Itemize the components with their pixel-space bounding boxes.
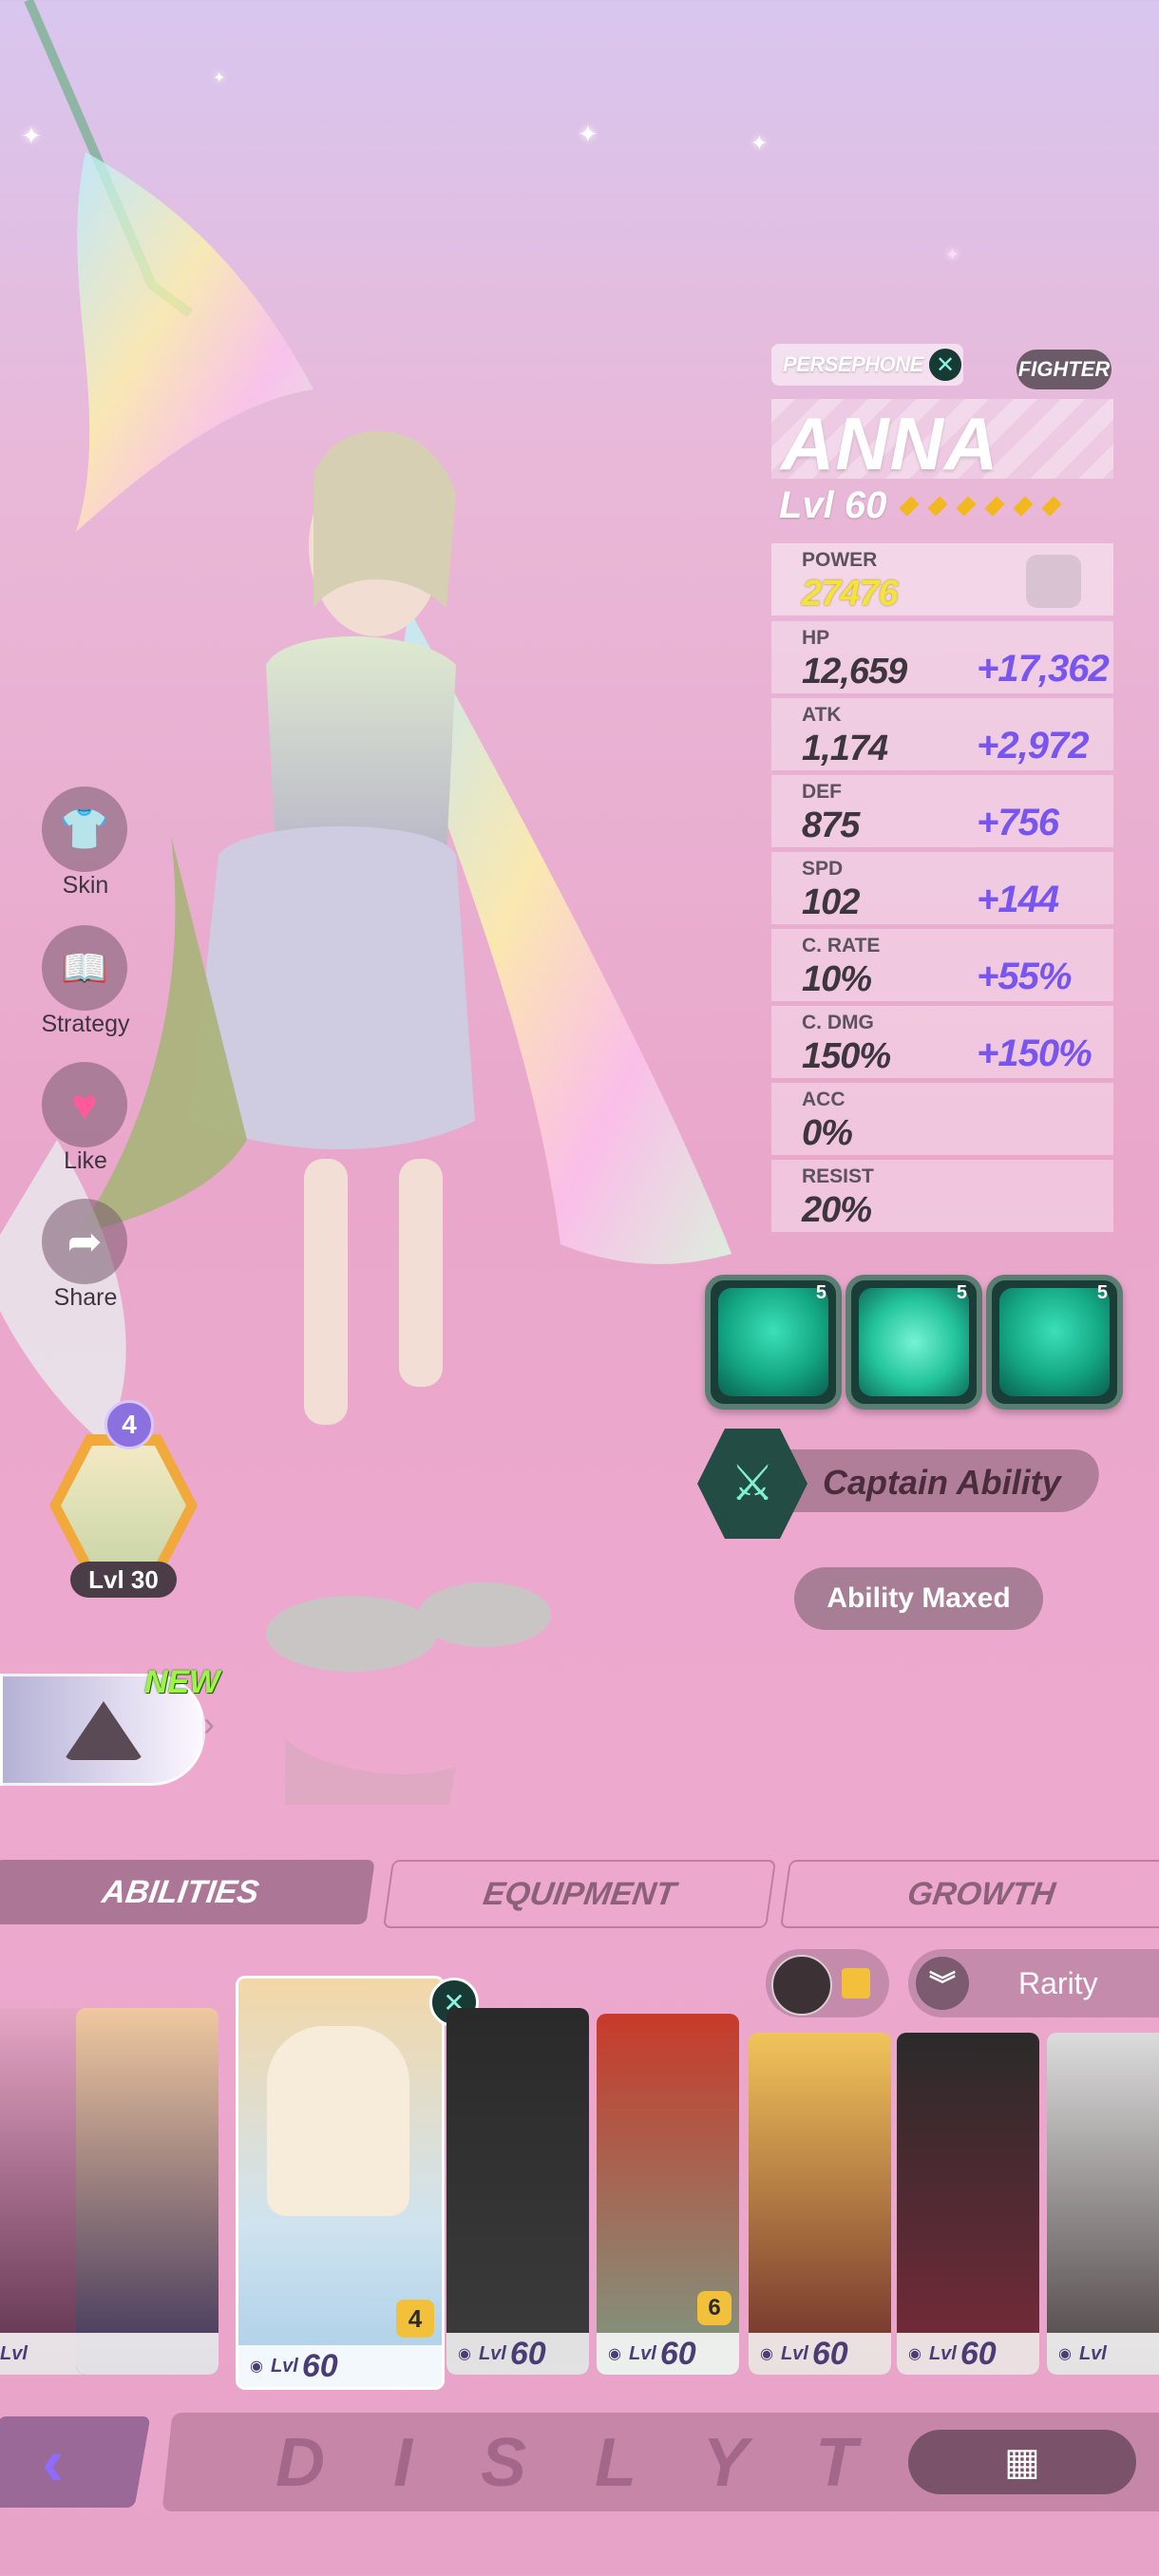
hero-info-panel: PERSEPHONE ✕ FIGHTER ANNA Lvl 60 <box>771 344 1113 534</box>
stat-row-hp: HP 12,659 +17,362 <box>771 621 1113 693</box>
book-icon: 📖 <box>61 947 108 990</box>
hero-portrait <box>267 2026 409 2216</box>
hooded-figure-icon <box>64 1701 143 1760</box>
skill-slot-3[interactable]: 5 <box>986 1275 1123 1410</box>
tab-equipment[interactable]: EQUIPMENT <box>382 1860 777 1928</box>
captain-ability-button[interactable]: ⚔ Captain Ability <box>694 1425 1106 1539</box>
aperture-icon: ◉ <box>760 2346 773 2362</box>
share-arrow-icon: ➦ <box>66 1218 103 1265</box>
hero-level: Lvl 60 <box>779 484 887 526</box>
skill-slot-2[interactable]: 5 <box>846 1275 982 1410</box>
stat-row-crit-dmg: C. DMG 150% +150% <box>771 1006 1113 1078</box>
stat-row-power: POWER 27476 <box>771 543 1113 616</box>
sparkle-icon: ✦ <box>945 245 960 264</box>
star-gem-icon <box>956 495 978 517</box>
back-button[interactable]: ‹ <box>0 2416 151 2508</box>
stat-row-resist: RESIST 20% <box>771 1160 1113 1232</box>
star-rating <box>899 494 1063 519</box>
hero-card[interactable]: ◉ Lvl <box>1047 2033 1159 2375</box>
sword-icon: ⚔ <box>697 1429 808 1539</box>
skin-label: Skin <box>62 872 109 899</box>
sparkle-icon: ✦ <box>21 122 42 150</box>
grid-menu-button[interactable]: ▦ <box>908 2430 1136 2494</box>
companion-level: Lvl 30 <box>88 1564 159 1594</box>
hero-card[interactable]: 6 ◉ Lvl 60 <box>597 2014 739 2375</box>
heart-icon: ♥ <box>71 1080 98 1129</box>
stat-row-acc: ACC 0% <box>771 1083 1113 1155</box>
hero-card[interactable]: ◉ Lvl 60 <box>446 2008 589 2375</box>
companion-rank-badge: 4 <box>104 1400 154 1449</box>
brand-watermark: D I S L Y T <box>276 2425 883 2501</box>
chevron-left-icon: ‹ <box>42 2425 65 2499</box>
faction-icon: ✕ <box>928 349 961 381</box>
hero-card[interactable] <box>76 2008 218 2375</box>
grid-icon: ▦ <box>1004 2441 1040 2483</box>
slash-skill-icon <box>718 1288 828 1396</box>
aperture-icon: ◉ <box>1058 2346 1072 2362</box>
aperture-icon: ◉ <box>458 2346 471 2362</box>
power-value: 27476 <box>802 574 899 614</box>
star-gem-icon <box>1041 495 1063 517</box>
faction-label: PERSEPHONE <box>783 352 923 376</box>
stat-row-atk: ATK 1,174 +2,972 <box>771 698 1113 770</box>
chevron-right-icon: › <box>203 1704 215 1743</box>
skill-slot-1[interactable]: 5 <box>705 1275 842 1410</box>
captain-ability-label: Captain Ability <box>823 1463 1061 1502</box>
aperture-icon: ◉ <box>250 2358 263 2375</box>
aperture-icon: ◉ <box>908 2346 922 2362</box>
hero-card[interactable]: ◉ Lvl 60 <box>749 2033 891 2375</box>
aperture-icon: ◉ <box>608 2346 621 2362</box>
companion-avatar[interactable]: 4 Lvl 30 <box>44 1400 205 1598</box>
tab-abilities[interactable]: ABILITIES <box>0 1860 375 1924</box>
star-gem-icon <box>1013 495 1035 517</box>
stat-row-crit-rate: C. RATE 10% +55% <box>771 929 1113 1001</box>
star-gem-icon <box>899 495 921 517</box>
sparkle-icon: ✦ <box>750 131 769 155</box>
shirt-icon: 👕 <box>59 805 110 851</box>
new-badge: NEW <box>144 1664 220 1700</box>
star-rank-badge: 6 <box>697 2291 732 2325</box>
vortex-skill-icon <box>859 1288 969 1396</box>
ability-maxed-badge: Ability Maxed <box>794 1567 1043 1630</box>
share-button[interactable]: ➦ <box>42 1199 127 1284</box>
role-badge: FIGHTER <box>1016 350 1112 389</box>
share-label: Share <box>53 1284 118 1311</box>
hero-roster-list: Lvl 4 ◉ Lvl 60 ✕ ◉ Lvl 60 6 ◉ Lvl 60 ◉ Lvl 60 ◉ L… <box>0 1976 1159 2394</box>
stat-row-spd: SPD 102 +144 <box>771 852 1113 924</box>
strategy-button[interactable]: 📖 <box>42 925 127 1011</box>
skin-button[interactable]: 👕 <box>42 786 127 872</box>
hero-card[interactable]: ◉ Lvl 60 <box>897 2033 1039 2375</box>
tab-growth[interactable]: GROWTH <box>779 1860 1159 1928</box>
vines-skill-icon <box>999 1288 1110 1396</box>
like-label: Like <box>64 1147 107 1174</box>
sparkle-icon: ✦ <box>578 120 598 148</box>
strategy-label: Strategy <box>41 1011 130 1037</box>
like-button[interactable]: ♥ <box>42 1062 127 1147</box>
hero-name: ANNA <box>781 402 999 485</box>
star-gem-icon <box>984 495 1006 517</box>
star-gem-icon <box>927 495 949 517</box>
star-rank-badge: 4 <box>396 2300 434 2338</box>
fist-icon <box>1026 555 1081 608</box>
hero-name-plate: ANNA <box>771 399 1113 485</box>
stat-row-def: DEF 875 +756 <box>771 775 1113 847</box>
hero-card-selected[interactable]: 4 ◉ Lvl 60 <box>236 1976 445 2390</box>
sparkle-icon: ✦ <box>213 70 226 86</box>
